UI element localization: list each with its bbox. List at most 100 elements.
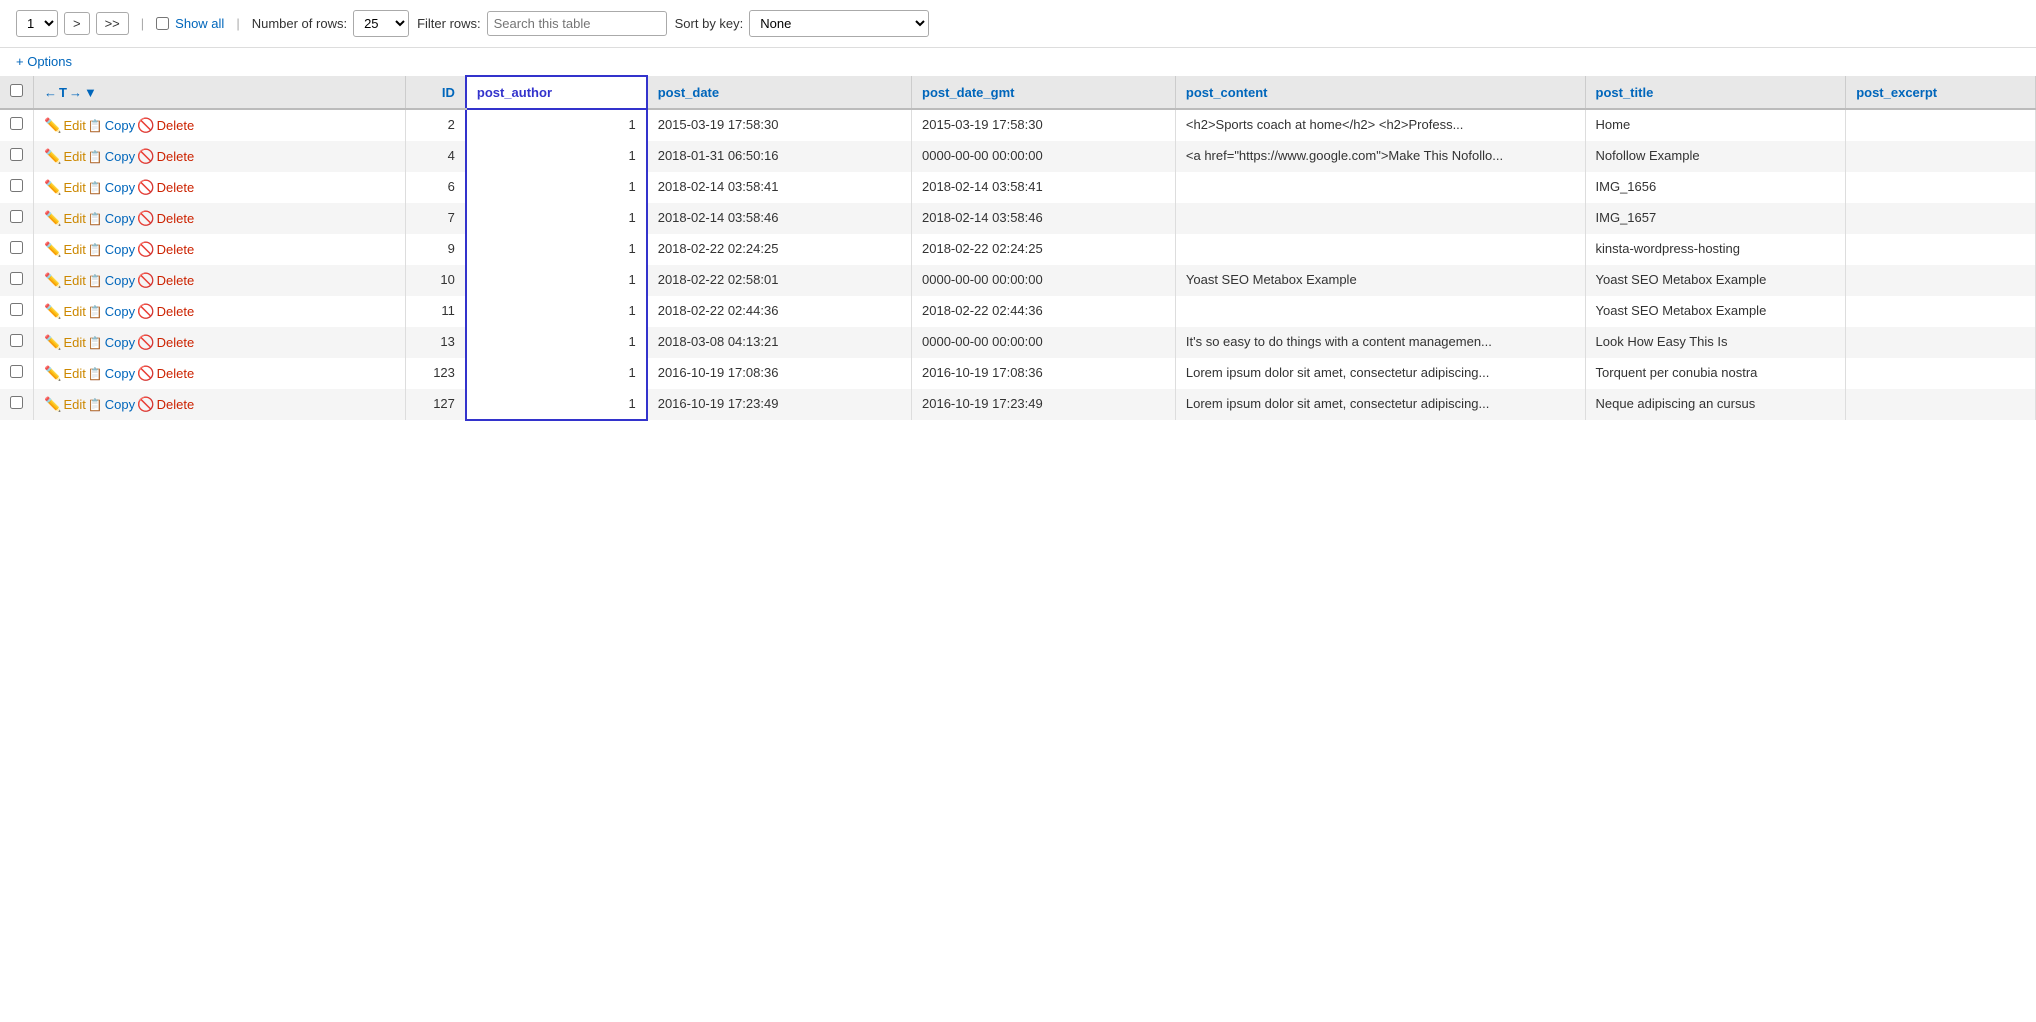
edit-button[interactable]: Edit [63,273,85,288]
th-post-title-link[interactable]: post_title [1596,85,1654,100]
column-resize-icon[interactable]: T [59,85,67,100]
copy-button[interactable]: Copy [105,366,135,381]
delete-icon: 🚫 [137,334,154,351]
copy-icon: 📋 [88,150,103,164]
row-post-date-gmt: 2016-10-19 17:23:49 [912,389,1176,420]
arrow-right-icon[interactable]: → [69,85,82,100]
delete-button[interactable]: Delete [157,273,195,288]
edit-button[interactable]: Edit [63,118,85,133]
row-checkbox[interactable] [10,334,23,347]
delete-button[interactable]: Delete [157,335,195,350]
th-post-content-link[interactable]: post_content [1186,85,1268,100]
row-checkbox[interactable] [10,241,23,254]
delete-icon: 🚫 [137,365,154,382]
show-all-checkbox[interactable] [156,17,169,30]
row-checkbox[interactable] [10,303,23,316]
row-checkbox-cell [0,389,34,420]
th-id[interactable]: ID [406,76,466,109]
row-post-date: 2015-03-19 17:58:30 [647,109,912,141]
row-checkbox[interactable] [10,148,23,161]
last-page-button[interactable]: >> [96,12,129,35]
delete-button[interactable]: Delete [157,149,195,164]
edit-button[interactable]: Edit [63,397,85,412]
row-checkbox[interactable] [10,272,23,285]
row-checkbox[interactable] [10,117,23,130]
row-post-author: 1 [466,265,647,296]
row-checkbox[interactable] [10,210,23,223]
rows-select[interactable]: 25 10 50 100 [353,10,409,37]
select-all-checkbox[interactable] [10,84,23,97]
delete-button[interactable]: Delete [157,304,195,319]
copy-button[interactable]: Copy [105,304,135,319]
th-post-title[interactable]: post_title [1585,76,1846,109]
row-post-excerpt [1846,296,2036,327]
row-post-date: 2018-01-31 06:50:16 [647,141,912,172]
th-post-content[interactable]: post_content [1175,76,1585,109]
delete-button[interactable]: Delete [157,118,195,133]
copy-button[interactable]: Copy [105,242,135,257]
copy-button[interactable]: Copy [105,211,135,226]
copy-button[interactable]: Copy [105,335,135,350]
options-toggle[interactable]: + Options [0,48,2036,75]
row-post-date-gmt: 2018-02-22 02:44:36 [912,296,1176,327]
sort-select[interactable]: None ID post_author post_date post_date_… [749,10,929,37]
th-post-author[interactable]: post_author [466,76,647,109]
row-checkbox[interactable] [10,179,23,192]
copy-button[interactable]: Copy [105,397,135,412]
row-post-date-gmt: 2018-02-14 03:58:41 [912,172,1176,203]
row-post-content [1175,296,1585,327]
th-post-author-label: post_author [477,85,552,100]
th-post-date-gmt-link[interactable]: post_date_gmt [922,85,1014,100]
edit-icon: ✏️ [44,148,61,165]
sort-desc-icon[interactable]: ▼ [84,85,97,100]
row-post-excerpt [1846,203,2036,234]
table-row: ✏️ Edit 📋 Copy 🚫 Delete 912018-02-22 02:… [0,234,2036,265]
delete-button[interactable]: Delete [157,366,195,381]
delete-button[interactable]: Delete [157,242,195,257]
show-all-label[interactable]: Show all [175,16,224,31]
th-id-link[interactable]: ID [442,85,455,100]
data-table: ← T → ▼ ID post_author post_date post_da… [0,75,2036,421]
row-post-content: Lorem ipsum dolor sit amet, consectetur … [1175,389,1585,420]
edit-button[interactable]: Edit [63,366,85,381]
next-page-button[interactable]: > [64,12,90,35]
edit-button[interactable]: Edit [63,335,85,350]
row-post-date: 2018-03-08 04:13:21 [647,327,912,358]
row-post-excerpt [1846,265,2036,296]
row-checkbox[interactable] [10,365,23,378]
row-post-title: Home [1585,109,1846,141]
th-post-date[interactable]: post_date [647,76,912,109]
delete-button[interactable]: Delete [157,397,195,412]
edit-button[interactable]: Edit [63,180,85,195]
sep-2: | [236,16,239,31]
edit-button[interactable]: Edit [63,149,85,164]
edit-button[interactable]: Edit [63,211,85,226]
th-post-date-link[interactable]: post_date [658,85,719,100]
th-post-excerpt[interactable]: post_excerpt [1846,76,2036,109]
edit-icon: ✏️ [44,396,61,413]
row-checkbox-cell [0,358,34,389]
row-post-content: Lorem ipsum dolor sit amet, consectetur … [1175,358,1585,389]
copy-button[interactable]: Copy [105,180,135,195]
copy-button[interactable]: Copy [105,149,135,164]
arrow-left-icon[interactable]: ← [44,85,57,100]
row-post-date: 2016-10-19 17:08:36 [647,358,912,389]
edit-button[interactable]: Edit [63,304,85,319]
copy-button[interactable]: Copy [105,118,135,133]
search-input[interactable] [487,11,667,36]
copy-icon: 📋 [88,181,103,195]
table-row: ✏️ Edit 📋 Copy 🚫 Delete 1012018-02-22 02… [0,265,2036,296]
delete-button[interactable]: Delete [157,180,195,195]
row-checkbox[interactable] [10,396,23,409]
delete-icon: 🚫 [137,117,154,134]
delete-icon: 🚫 [137,303,154,320]
row-post-date-gmt: 0000-00-00 00:00:00 [912,141,1176,172]
th-post-date-gmt[interactable]: post_date_gmt [912,76,1176,109]
edit-button[interactable]: Edit [63,242,85,257]
delete-icon: 🚫 [137,210,154,227]
delete-button[interactable]: Delete [157,211,195,226]
row-post-content [1175,234,1585,265]
page-select[interactable]: 1 [16,10,58,37]
th-post-excerpt-link[interactable]: post_excerpt [1856,85,1937,100]
copy-button[interactable]: Copy [105,273,135,288]
